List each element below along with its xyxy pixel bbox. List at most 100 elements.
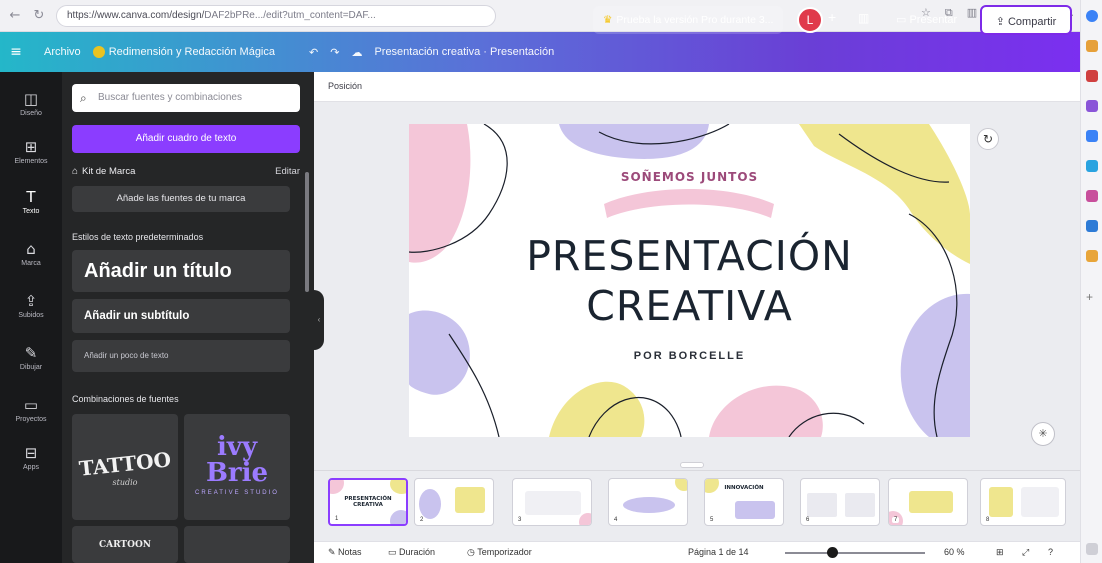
font-combo-4[interactable] [184,526,290,563]
brand-kit-row: ⌂ Kit de Marca Editar [72,166,300,182]
thumbnail-1[interactable]: PRESENTACIÓN CREATIVA 1 [328,478,408,526]
thumbnail-4[interactable]: 4 [608,478,688,526]
zoom-slider[interactable] [785,552,925,554]
add-subtitle-button[interactable]: Añadir un subtítulo [72,299,290,333]
help-icon[interactable]: ? [1048,547,1053,557]
magic-resize-label: Redimensión y Redacción Mágica [108,45,275,58]
rail-item-brand[interactable]: ⌂ Marca [0,240,62,267]
thumbnail-7[interactable]: 7 [888,478,968,526]
back-icon[interactable]: ← [6,7,24,25]
rail-item-projects[interactable]: ▭ Proyectos [0,396,62,423]
present-button[interactable]: ▭ Presentar [888,7,965,33]
zoom-level[interactable]: 60 % [944,547,965,557]
menu-icon[interactable]: ≡ [0,44,32,60]
add-side-icon[interactable] [1086,220,1098,232]
plus-icon[interactable]: + [1086,290,1098,304]
avatar[interactable]: L [797,7,823,33]
timer-button[interactable]: ◷ Temporizador [467,547,532,558]
slide-tagline[interactable]: SOÑEMOS JUNTOS [409,170,970,184]
drop-side-icon[interactable] [1086,190,1098,202]
thumb-shape [390,480,406,494]
thumbnail-8[interactable]: 8 [980,478,1066,526]
magic-resize-button[interactable]: Redimensión y Redacción Mágica [92,45,275,59]
thumbnail-number: 8 [984,517,992,523]
redo-icon[interactable]: ↷ [330,46,339,59]
brand-kit-icon: ⌂ [72,166,79,177]
tools-side-icon[interactable] [1086,70,1098,82]
games-side-icon[interactable] [1086,100,1098,112]
outlook-side-icon[interactable] [1086,160,1098,172]
duration-label: Duración [399,547,436,557]
rail-item-text[interactable]: T Texto [0,188,62,215]
rail-label: Apps [23,464,39,471]
rail-item-uploads[interactable]: ⇪ Subidos [0,292,62,319]
reload-icon[interactable]: ↻ [30,7,48,25]
rail-item-draw[interactable]: ✎ Dibujar [0,344,62,371]
settings-side-icon[interactable] [1086,543,1098,555]
thumb-shape [675,479,687,491]
brand-icon: ⌂ [26,240,36,258]
text-icon: T [26,188,36,206]
duration-button[interactable]: ▭ Duración [388,547,435,558]
thumbnail-5[interactable]: INNOVACIÓN 5 [704,478,784,526]
add-more-icon[interactable] [1086,250,1098,262]
slide-byline[interactable]: POR BORCELLE [409,350,970,362]
document-title[interactable]: Presentación creativa · Presentación [374,46,554,58]
address-bar[interactable]: https://www.canva.com/design/DAF2bPRe...… [56,4,496,27]
collapse-panel-handle[interactable]: ‹ [314,290,324,350]
add-brand-fonts-button[interactable]: Añade las fuentes de tu marca [72,186,290,212]
edit-brand-link[interactable]: Editar [275,166,300,177]
context-toolbar: Posición [314,72,1080,102]
search-placeholder: Buscar fuentes y combinaciones [98,92,242,103]
refresh-icon[interactable]: ↻ [977,128,999,150]
fullscreen-icon[interactable]: ⤢ [1022,547,1029,558]
page-indicator[interactable]: Página 1 de 14 [688,547,749,557]
slide-canvas[interactable]: SOÑEMOS JUNTOS PRESENTACIÓN CREATIVA POR… [409,124,970,437]
editor-topbar: ≡ Archivo Redimensión y Redacción Mágica… [0,32,1080,72]
font-combo-tattoo[interactable]: TATTOO studio [72,414,178,520]
undo-icon[interactable]: ↶ [309,46,318,59]
copilot-icon[interactable] [1086,10,1098,22]
add-body-button[interactable]: Añadir un poco de texto [72,340,290,372]
font-combo-ivy-brie[interactable]: ivy Brie CREATIVE STUDIO [184,414,290,520]
share-label: Compartir [1007,16,1057,28]
panel-scrollbar[interactable] [305,172,309,292]
thumbnail-2[interactable]: 2 [414,478,494,526]
thumb-shape [579,513,591,525]
search-side-icon[interactable] [1086,40,1098,52]
text-panel: ⌕ Buscar fuentes y combinaciones Añadir … [62,72,314,563]
add-collaborator-icon[interactable]: + [828,9,836,25]
rail-item-design[interactable]: ◫ Diseño [0,90,62,117]
notes-button[interactable]: ✎ Notas [328,547,362,558]
timer-label: Temporizador [477,547,532,557]
cloud-save-icon[interactable]: ☁ [351,46,362,59]
grid-view-icon[interactable]: ⊞ [996,547,1004,558]
magic-assist-icon[interactable]: ✳ [1031,422,1055,446]
slide-title-line2[interactable]: CREATIVA [409,284,970,328]
office-side-icon[interactable] [1086,130,1098,142]
font-combo-cartoon[interactable]: CARTOON [72,526,178,563]
pro-trial-button[interactable]: ♛ Prueba la versión Pro durante 3... [593,6,784,34]
thumbnail-number: 7 [892,517,900,523]
share-button[interactable]: ⇪ Compartir [980,5,1072,35]
thumbnail-6[interactable]: 6 [800,478,880,526]
add-title-button[interactable]: Añadir un título [72,250,290,292]
strip-handle[interactable] [680,462,704,468]
zoom-slider-handle[interactable] [827,547,838,558]
thumb-shape [623,497,675,513]
split-icon[interactable]: ▥ [967,6,977,20]
file-menu[interactable]: Archivo [44,46,81,58]
insights-icon[interactable]: ▥ [858,11,869,25]
add-textbox-button[interactable]: Añadir cuadro de texto [72,125,300,153]
share-icon: ⇪ [995,16,1008,28]
url-rest: DAF2bPRe.../edit?utm_content=DAF... [204,9,376,21]
pro-trial-label: Prueba la versión Pro durante 3... [616,14,774,26]
thumbnail-3[interactable]: 3 [512,478,592,526]
rail-item-elements[interactable]: ⊞ Elementos [0,138,62,165]
rail-item-apps[interactable]: ⊟ Apps [0,444,62,471]
font-search-input[interactable]: ⌕ Buscar fuentes y combinaciones [72,84,300,112]
slide-title-line1[interactable]: PRESENTACIÓN [409,234,970,278]
position-button[interactable]: Posición [328,81,362,91]
combo-subtitle: CREATIVE STUDIO [195,490,279,496]
thumbnail-number: 1 [333,516,341,522]
